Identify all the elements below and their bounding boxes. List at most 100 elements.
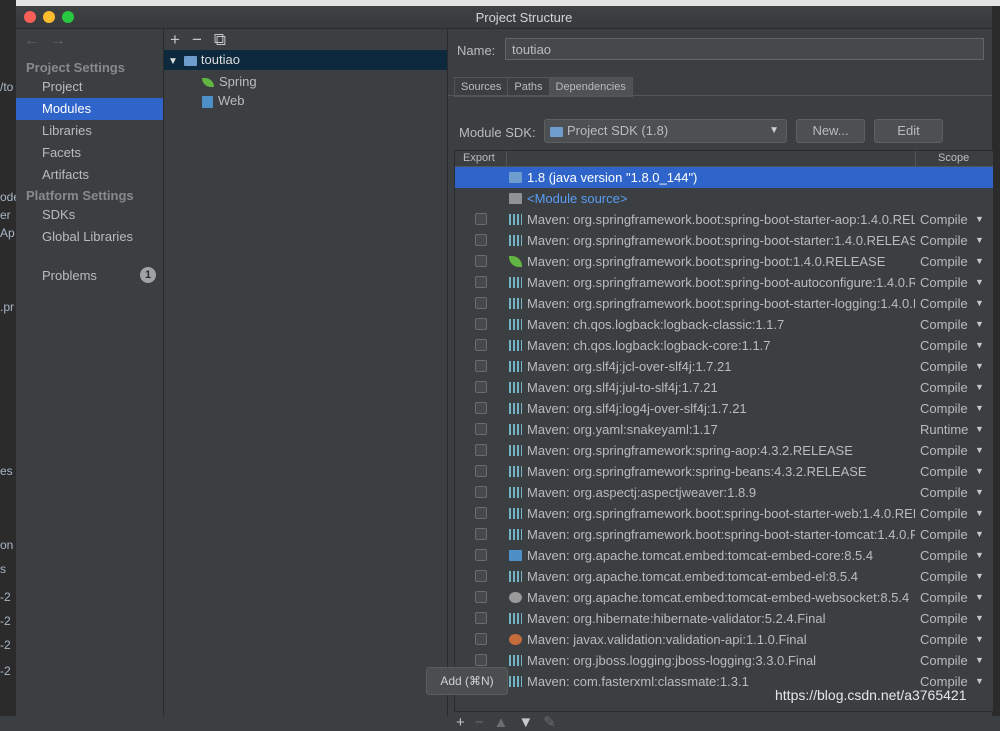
- dependency-scope[interactable]: Compile: [920, 272, 968, 293]
- tree-node-root[interactable]: ▼ toutiao: [164, 50, 447, 70]
- export-checkbox[interactable]: [475, 402, 487, 414]
- export-checkbox[interactable]: [475, 549, 487, 561]
- export-checkbox[interactable]: [475, 276, 487, 288]
- sidebar-item-sdks[interactable]: SDKs: [16, 204, 163, 226]
- dependency-scope[interactable]: Compile: [920, 440, 968, 461]
- dependency-scope[interactable]: Runtime: [920, 419, 968, 440]
- scope-dropdown-icon[interactable]: ▼: [975, 251, 984, 272]
- tab-paths[interactable]: Paths: [507, 77, 550, 97]
- dependency-scope[interactable]: Compile: [920, 314, 968, 335]
- dependency-row[interactable]: Maven: org.jboss.logging:jboss-logging:3…: [455, 650, 993, 671]
- dependency-scope[interactable]: Compile: [920, 461, 968, 482]
- export-checkbox[interactable]: [475, 213, 487, 225]
- scope-dropdown-icon[interactable]: ▼: [975, 482, 984, 503]
- dependency-scope[interactable]: Compile: [920, 608, 968, 629]
- tree-node-web[interactable]: Web: [202, 92, 245, 110]
- scope-dropdown-icon[interactable]: ▼: [975, 272, 984, 293]
- move-down-icon[interactable]: ▼: [518, 714, 533, 731]
- dependency-row[interactable]: Maven: ch.qos.logback:logback-classic:1.…: [455, 314, 993, 335]
- dependency-row[interactable]: <Module source>: [455, 188, 993, 209]
- export-checkbox[interactable]: [475, 612, 487, 624]
- export-checkbox[interactable]: [475, 507, 487, 519]
- export-checkbox[interactable]: [475, 465, 487, 477]
- scope-dropdown-icon[interactable]: ▼: [975, 608, 984, 629]
- dependency-scope[interactable]: Compile: [920, 293, 968, 314]
- dependency-scope[interactable]: Compile: [920, 398, 968, 419]
- add-dependency-icon[interactable]: +: [456, 714, 465, 731]
- export-checkbox[interactable]: [475, 234, 487, 246]
- dependency-row[interactable]: Maven: javax.validation:validation-api:1…: [455, 629, 993, 650]
- dependency-row[interactable]: Maven: org.springframework:spring-aop:4.…: [455, 440, 993, 461]
- dependencies-table[interactable]: Export Scope 1.8 (java version "1.8.0_14…: [454, 150, 994, 712]
- dependency-row[interactable]: Maven: org.yaml:snakeyaml:1.17 Runtime ▼: [455, 419, 993, 440]
- add-icon[interactable]: +: [170, 30, 180, 49]
- export-checkbox[interactable]: [475, 423, 487, 435]
- dependency-scope[interactable]: Compile: [920, 377, 968, 398]
- scope-dropdown-icon[interactable]: ▼: [975, 356, 984, 377]
- dependency-row[interactable]: Maven: org.apache.tomcat.embed:tomcat-em…: [455, 566, 993, 587]
- scope-dropdown-icon[interactable]: ▼: [975, 293, 984, 314]
- dependency-row[interactable]: Maven: org.springframework.boot:spring-b…: [455, 524, 993, 545]
- dependency-scope[interactable]: Compile: [920, 230, 968, 251]
- new-sdk-button[interactable]: New...: [796, 119, 865, 143]
- dependency-row[interactable]: Maven: org.springframework:spring-beans:…: [455, 461, 993, 482]
- sidebar-item-global-libraries[interactable]: Global Libraries: [16, 226, 163, 248]
- tree-node-spring[interactable]: Spring: [202, 73, 257, 91]
- dependency-row[interactable]: Maven: org.springframework.boot:spring-b…: [455, 209, 993, 230]
- dependency-row[interactable]: Maven: org.springframework.boot:spring-b…: [455, 230, 993, 251]
- dependency-row[interactable]: Maven: ch.qos.logback:logback-core:1.1.7…: [455, 335, 993, 356]
- dependency-scope[interactable]: Compile: [920, 503, 968, 524]
- dependency-row[interactable]: Maven: org.springframework.boot:spring-b…: [455, 251, 993, 272]
- scope-dropdown-icon[interactable]: ▼: [975, 671, 984, 692]
- dependency-row[interactable]: Maven: org.slf4j:jul-to-slf4j:1.7.21 Comp…: [455, 377, 993, 398]
- dependency-scope[interactable]: Compile: [920, 482, 968, 503]
- dependency-row[interactable]: Maven: org.aspectj:aspectjweaver:1.8.9 Co…: [455, 482, 993, 503]
- move-up-icon[interactable]: ▲: [494, 714, 509, 731]
- dependency-scope[interactable]: Compile: [920, 650, 968, 671]
- expand-arrow-icon[interactable]: ▼: [168, 56, 178, 67]
- dependency-scope[interactable]: Compile: [920, 335, 968, 356]
- scope-dropdown-icon[interactable]: ▼: [975, 545, 984, 566]
- dependency-row[interactable]: 1.8 (java version "1.8.0_144"): [455, 167, 993, 188]
- scope-dropdown-icon[interactable]: ▼: [975, 335, 984, 356]
- scope-dropdown-icon[interactable]: ▼: [975, 566, 984, 587]
- sidebar-item-artifacts[interactable]: Artifacts: [16, 164, 163, 186]
- dependency-row[interactable]: Maven: org.springframework.boot:spring-b…: [455, 272, 993, 293]
- column-header-export[interactable]: Export: [463, 152, 495, 164]
- dependency-row[interactable]: Maven: org.slf4j:log4j-over-slf4j:1.7.21…: [455, 398, 993, 419]
- export-checkbox[interactable]: [475, 297, 487, 309]
- module-sdk-select[interactable]: Project SDK (1.8) ▼: [544, 119, 787, 143]
- dependency-row[interactable]: Maven: org.apache.tomcat.embed:tomcat-em…: [455, 545, 993, 566]
- export-checkbox[interactable]: [475, 486, 487, 498]
- export-checkbox[interactable]: [475, 255, 487, 267]
- dependency-row[interactable]: Maven: org.apache.tomcat.embed:tomcat-em…: [455, 587, 993, 608]
- dependency-scope[interactable]: Compile: [920, 545, 968, 566]
- dependency-row[interactable]: Maven: org.hibernate:hibernate-validator…: [455, 608, 993, 629]
- dependency-scope[interactable]: Compile: [920, 356, 968, 377]
- edit-pencil-icon[interactable]: ✎: [543, 714, 556, 731]
- export-checkbox[interactable]: [475, 591, 487, 603]
- scope-dropdown-icon[interactable]: ▼: [975, 230, 984, 251]
- export-checkbox[interactable]: [475, 360, 487, 372]
- scope-dropdown-icon[interactable]: ▼: [975, 461, 984, 482]
- tab-sources[interactable]: Sources: [454, 77, 509, 97]
- scope-dropdown-icon[interactable]: ▼: [975, 419, 984, 440]
- scope-dropdown-icon[interactable]: ▼: [975, 209, 984, 230]
- export-checkbox[interactable]: [475, 444, 487, 456]
- scope-dropdown-icon[interactable]: ▼: [975, 587, 984, 608]
- scope-dropdown-icon[interactable]: ▼: [975, 503, 984, 524]
- edit-sdk-button[interactable]: Edit: [874, 119, 943, 143]
- scope-dropdown-icon[interactable]: ▼: [975, 440, 984, 461]
- dependency-scope[interactable]: Compile: [920, 524, 968, 545]
- export-checkbox[interactable]: [475, 654, 487, 666]
- copy-icon[interactable]: ⧉: [214, 30, 226, 49]
- export-checkbox[interactable]: [475, 570, 487, 582]
- remove-icon[interactable]: −: [192, 30, 202, 49]
- export-checkbox[interactable]: [475, 339, 487, 351]
- scope-dropdown-icon[interactable]: ▼: [975, 398, 984, 419]
- dependency-scope[interactable]: Compile: [920, 566, 968, 587]
- column-header-scope[interactable]: Scope: [938, 152, 969, 164]
- remove-dependency-icon[interactable]: −: [475, 714, 484, 731]
- scope-dropdown-icon[interactable]: ▼: [975, 524, 984, 545]
- export-checkbox[interactable]: [475, 318, 487, 330]
